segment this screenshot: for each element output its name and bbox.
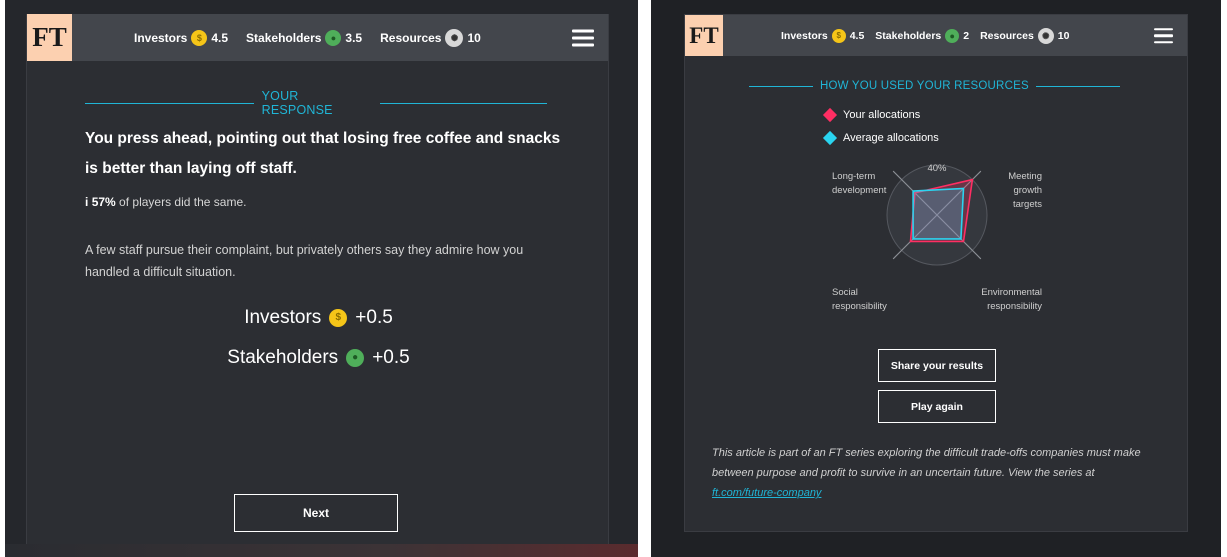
pink-diamond-icon bbox=[822, 107, 838, 123]
axis-label-social: Social responsibility bbox=[832, 287, 887, 312]
globe-icon: ● bbox=[945, 28, 960, 43]
score-value: 2 bbox=[963, 29, 970, 42]
delta-value: +0.5 bbox=[355, 307, 393, 328]
score-resources: Resources ✺ 10 bbox=[380, 28, 481, 47]
score-investors: Investors $ 4.5 bbox=[781, 28, 865, 43]
legend-average-allocations: Average allocations bbox=[822, 130, 939, 146]
legend-label: Your allocations bbox=[843, 109, 921, 121]
coin-icon: $ bbox=[831, 28, 846, 43]
section-title: YOUR RESPONSE bbox=[85, 89, 548, 117]
score-value: 4.5 bbox=[211, 30, 229, 45]
score-value: 10 bbox=[467, 30, 481, 45]
cyan-diamond-icon bbox=[822, 130, 838, 146]
top-bar: FT Investors $ 4.5 Stakeholders ● 3.5 Re… bbox=[27, 14, 608, 61]
radar-chart: 40% bbox=[886, 163, 988, 266]
coin-icon: $ bbox=[329, 309, 348, 327]
bottom-strip bbox=[5, 544, 638, 557]
response-panel: FT Investors $ 4.5 Stakeholders ● 3.5 Re… bbox=[26, 14, 609, 544]
score-label: Resources bbox=[980, 29, 1034, 42]
score-bar: Investors $ 4.5 Stakeholders ● 3.5 Resou… bbox=[134, 28, 495, 47]
axis-label-growth: Meeting growth targets bbox=[1008, 171, 1042, 210]
score-investors: Investors $ 4.5 bbox=[134, 29, 229, 46]
right-screenshot: FT Investors $ 4.5 Stakeholders ● 2 Reso… bbox=[651, 0, 1221, 557]
score-resources: Resources ✺ 10 bbox=[980, 27, 1070, 44]
share-results-button[interactable]: Share your results bbox=[878, 349, 996, 382]
axis-label-environmental: Environmental responsibility bbox=[981, 287, 1042, 312]
info-icon: i bbox=[85, 195, 89, 209]
score-bar: Investors $ 4.5 Stakeholders ● 2 Resourc… bbox=[781, 27, 1077, 44]
section-title-text: YOUR RESPONSE bbox=[261, 89, 333, 117]
brain-icon: ✺ bbox=[445, 28, 464, 47]
response-body: A few staff pursue their complaint, but … bbox=[85, 243, 524, 279]
legend-label: Average allocations bbox=[843, 132, 939, 144]
delta-stakeholders: Stakeholders ● +0.5 bbox=[27, 347, 610, 369]
hamburger-menu-icon[interactable] bbox=[1154, 27, 1173, 44]
radar-ring-label: 40% bbox=[927, 163, 947, 174]
score-value: 4.5 bbox=[849, 29, 865, 42]
next-button[interactable]: Next bbox=[234, 494, 398, 532]
score-label: Investors bbox=[134, 30, 188, 45]
score-stakeholders: Stakeholders ● 2 bbox=[875, 28, 970, 43]
score-value: 3.5 bbox=[345, 30, 363, 45]
series-link[interactable]: ft.com/future-company bbox=[712, 487, 821, 499]
score-label: Stakeholders bbox=[246, 30, 322, 45]
hamburger-menu-icon[interactable] bbox=[572, 29, 594, 46]
divider-line bbox=[1035, 85, 1120, 87]
series-footnote: This article is part of an FT series exp… bbox=[712, 443, 1152, 503]
score-label: Investors bbox=[781, 29, 828, 42]
delta-label: Investors bbox=[244, 307, 322, 328]
divider-line bbox=[85, 102, 254, 104]
top-bar: FT Investors $ 4.5 Stakeholders ● 2 Reso… bbox=[685, 15, 1187, 56]
stat-percent: 57% bbox=[91, 195, 116, 209]
delta-investors: Investors $ +0.5 bbox=[27, 307, 610, 329]
score-stakeholders: Stakeholders ● 3.5 bbox=[246, 29, 363, 46]
coin-icon: $ bbox=[191, 29, 208, 46]
globe-icon: ● bbox=[346, 349, 365, 367]
divider-line bbox=[380, 102, 548, 104]
player-stat: i 57% of players did the same. bbox=[85, 195, 246, 209]
section-title: HOW YOU USED YOUR RESOURCES bbox=[749, 80, 1123, 92]
delta-value: +0.5 bbox=[372, 347, 410, 368]
left-screenshot: FT Investors $ 4.5 Stakeholders ● 3.5 Re… bbox=[5, 0, 638, 557]
delta-label: Stakeholders bbox=[227, 347, 339, 368]
score-value: 10 bbox=[1057, 29, 1070, 42]
score-label: Stakeholders bbox=[875, 29, 942, 42]
axis-label-long-term: Long-term development bbox=[832, 171, 887, 196]
footnote-text: This article is part of an FT series exp… bbox=[712, 447, 1141, 479]
stat-text: of players did the same. bbox=[115, 195, 247, 209]
legend-your-allocations: Your allocations bbox=[822, 107, 921, 123]
play-again-button[interactable]: Play again bbox=[878, 390, 996, 423]
divider-line bbox=[749, 85, 813, 87]
series-average-allocations bbox=[912, 187, 965, 240]
response-headline: You press ahead, pointing out that losin… bbox=[85, 130, 561, 177]
ft-logo[interactable]: FT bbox=[685, 15, 723, 56]
results-panel: FT Investors $ 4.5 Stakeholders ● 2 Reso… bbox=[684, 14, 1188, 532]
section-title-text: HOW YOU USED YOUR RESOURCES bbox=[820, 80, 1029, 92]
globe-icon: ● bbox=[325, 29, 342, 46]
brain-icon: ✺ bbox=[1037, 27, 1054, 44]
ft-logo[interactable]: FT bbox=[27, 14, 72, 61]
score-label: Resources bbox=[380, 30, 442, 45]
